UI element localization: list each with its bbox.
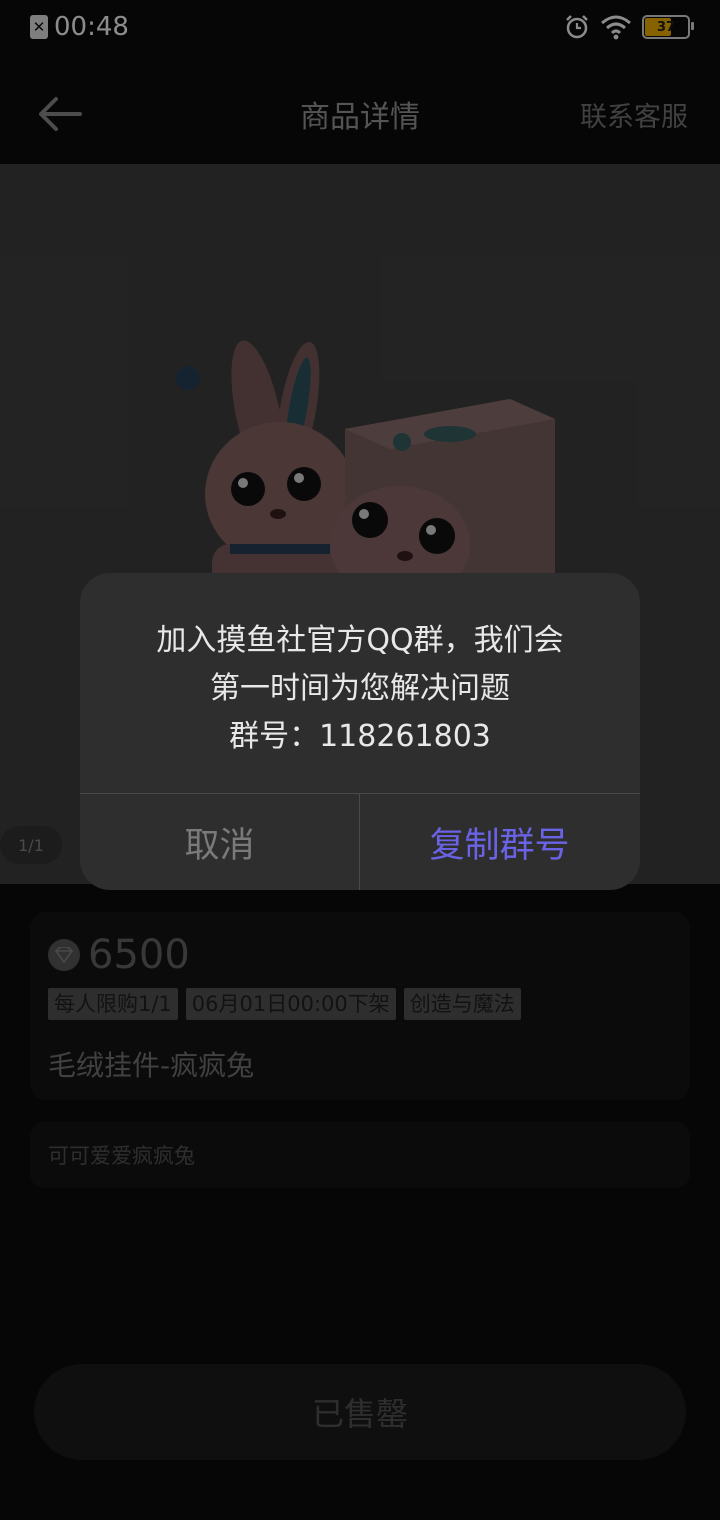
dialog-message: 加入摸鱼社官方QQ群，我们会 第一时间为您解决问题 群号：118261803 xyxy=(80,617,640,761)
dialog-line-2: 第一时间为您解决问题 xyxy=(210,671,510,706)
copy-group-number-button[interactable]: 复制群号 xyxy=(360,794,639,890)
cancel-button[interactable]: 取消 xyxy=(80,794,359,890)
dialog-group-number: 群号：118261803 xyxy=(229,719,491,754)
qq-group-dialog: 加入摸鱼社官方QQ群，我们会 第一时间为您解决问题 群号：118261803 取… xyxy=(80,573,640,890)
battery-level: 37 xyxy=(656,19,676,35)
dialog-line-1: 加入摸鱼社官方QQ群，我们会 xyxy=(156,623,564,658)
